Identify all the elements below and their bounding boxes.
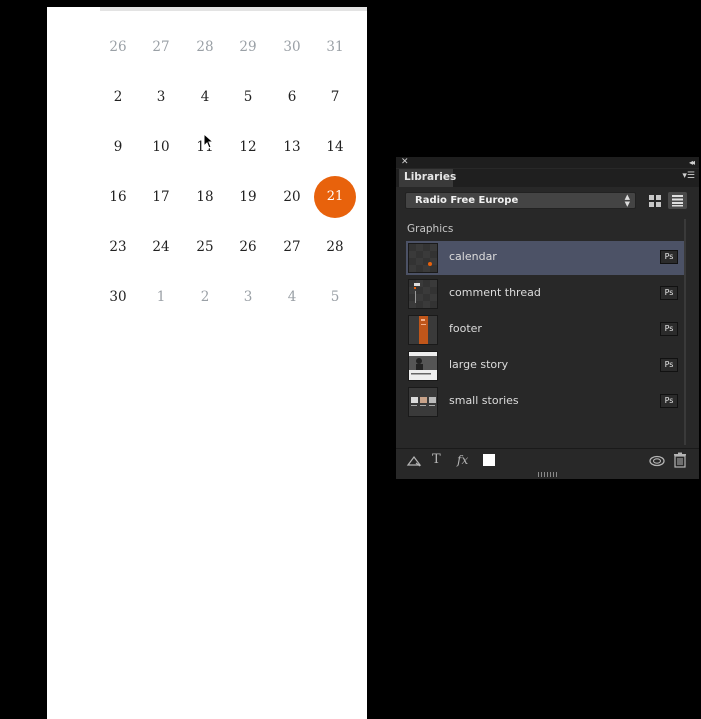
item-thumbnail [408,315,438,345]
scrollbar[interactable] [684,219,686,445]
calendar-day[interactable]: 4 [272,277,312,317]
calendar-grid: 26 27 28 29 30 31 2 3 4 5 6 7 9 10 11 12 13 14 16 17 18 19 20 2… [97,31,359,331]
item-name: large story [449,358,509,371]
calendar-day[interactable]: 9 [98,127,138,167]
resize-grip[interactable] [538,472,558,477]
panel-title-bar[interactable]: ✕ ◂◂ [396,157,699,168]
calendar-day[interactable]: 3 [228,277,268,317]
calendar-day[interactable]: 27 [272,227,312,267]
item-name: calendar [449,250,497,263]
calendar-day[interactable]: 3 [141,77,181,117]
item-thumbnail [408,279,438,309]
double-chevron-icon[interactable]: ◂◂ [689,157,695,168]
calendar-day[interactable]: 13 [272,127,312,167]
creative-cloud-sync-icon[interactable] [648,451,666,469]
library-item-large-story[interactable]: large story Ps [406,349,684,383]
calendar-day[interactable]: 26 [98,27,138,67]
calendar-day[interactable]: 30 [272,27,312,67]
photoshop-badge-icon: Ps [660,394,678,408]
calendar-week-row: 16 17 18 19 20 21 [97,176,359,231]
calendar-day[interactable]: 19 [228,177,268,217]
photoshop-badge-icon: Ps [660,358,678,372]
close-icon[interactable]: ✕ [401,157,409,168]
calendar-day[interactable]: 24 [141,227,181,267]
fx-layer-style-icon[interactable]: fx [457,451,468,469]
calendar-week-row: 234567 [97,81,359,131]
item-name: comment thread [449,286,541,299]
calendar-day[interactable]: 6 [272,77,312,117]
library-item-comment-thread[interactable]: comment thread Ps [406,277,684,311]
calendar-day-selected[interactable]: 21 [314,176,356,218]
calendar-day[interactable]: 7 [315,77,355,117]
calendar-day[interactable]: 5 [228,77,268,117]
section-label-graphics: Graphics [407,223,454,235]
calendar-day[interactable]: 2 [185,277,225,317]
panel-tab-bar: Libraries ▾☰ [396,169,699,187]
calendar-day[interactable]: 23 [98,227,138,267]
library-item-footer[interactable]: footer Ps [406,313,684,347]
calendar-day[interactable]: 5 [315,277,355,317]
calendar-week-row: 23 24 25 26 27 28 [97,231,359,281]
grid-view-icon[interactable] [647,193,663,208]
library-item-small-stories[interactable]: small stories Ps [406,385,684,419]
calendar-day[interactable]: 17 [141,177,181,217]
calendar-day[interactable]: 29 [228,27,268,67]
panel-menu-icon[interactable]: ▾☰ [682,171,695,181]
photoshop-badge-icon: Ps [660,286,678,300]
footer-divider [396,448,699,449]
calendar-week-row: 26 27 28 29 30 31 [97,31,359,81]
library-select-value: Radio Free Europe [415,195,519,206]
calendar-day[interactable]: 2 [98,77,138,117]
color-swatch-icon[interactable] [483,454,495,466]
calendar-day[interactable]: 10 [141,127,181,167]
canvas-top-edge [100,7,367,11]
calendar-day[interactable]: 16 [98,177,138,217]
calendar-day[interactable]: 28 [185,27,225,67]
library-select[interactable]: Radio Free Europe ▲ ▼ [405,192,636,209]
calendar-day[interactable]: 4 [185,77,225,117]
calendar-day[interactable]: 12 [228,127,268,167]
document-canvas: 26 27 28 29 30 31 2 3 4 5 6 7 9 10 11 12 13 14 16 17 18 19 20 2… [47,7,367,719]
calendar-week-row: 9 10 11 12 13 14 [97,131,359,181]
item-name: small stories [449,394,519,407]
calendar-day[interactable]: 18 [185,177,225,217]
calendar-day[interactable]: 26 [228,227,268,267]
item-thumbnail [408,351,438,381]
calendar-day[interactable]: 1 [141,277,181,317]
item-thumbnail [408,243,438,273]
item-name: footer [449,322,482,335]
tab-libraries[interactable]: Libraries [399,169,456,187]
mouse-cursor-icon [203,133,213,149]
text-style-icon[interactable]: T [432,451,441,469]
list-view-icon[interactable] [668,192,687,209]
calendar-day[interactable]: 27 [141,27,181,67]
libraries-panel: ✕ ◂◂ Libraries ▾☰ Radio Free Europe ▲ ▼ G… [396,157,699,479]
item-thumbnail [408,387,438,417]
calendar-day[interactable]: 30 [98,277,138,317]
add-color-icon[interactable] [406,451,422,469]
library-item-calendar[interactable]: calendar Ps [406,241,684,275]
calendar-day[interactable]: 20 [272,177,312,217]
calendar-day[interactable]: 25 [185,227,225,267]
trash-icon[interactable] [673,451,687,469]
calendar-day[interactable]: 14 [315,127,355,167]
calendar-day[interactable]: 28 [315,227,355,267]
photoshop-badge-icon: Ps [660,250,678,264]
photoshop-badge-icon: Ps [660,322,678,336]
calendar-week-row: 30 1 2 3 4 5 [97,281,359,331]
select-arrows-icon: ▲ ▼ [624,193,630,208]
calendar-day[interactable]: 31 [315,27,355,67]
